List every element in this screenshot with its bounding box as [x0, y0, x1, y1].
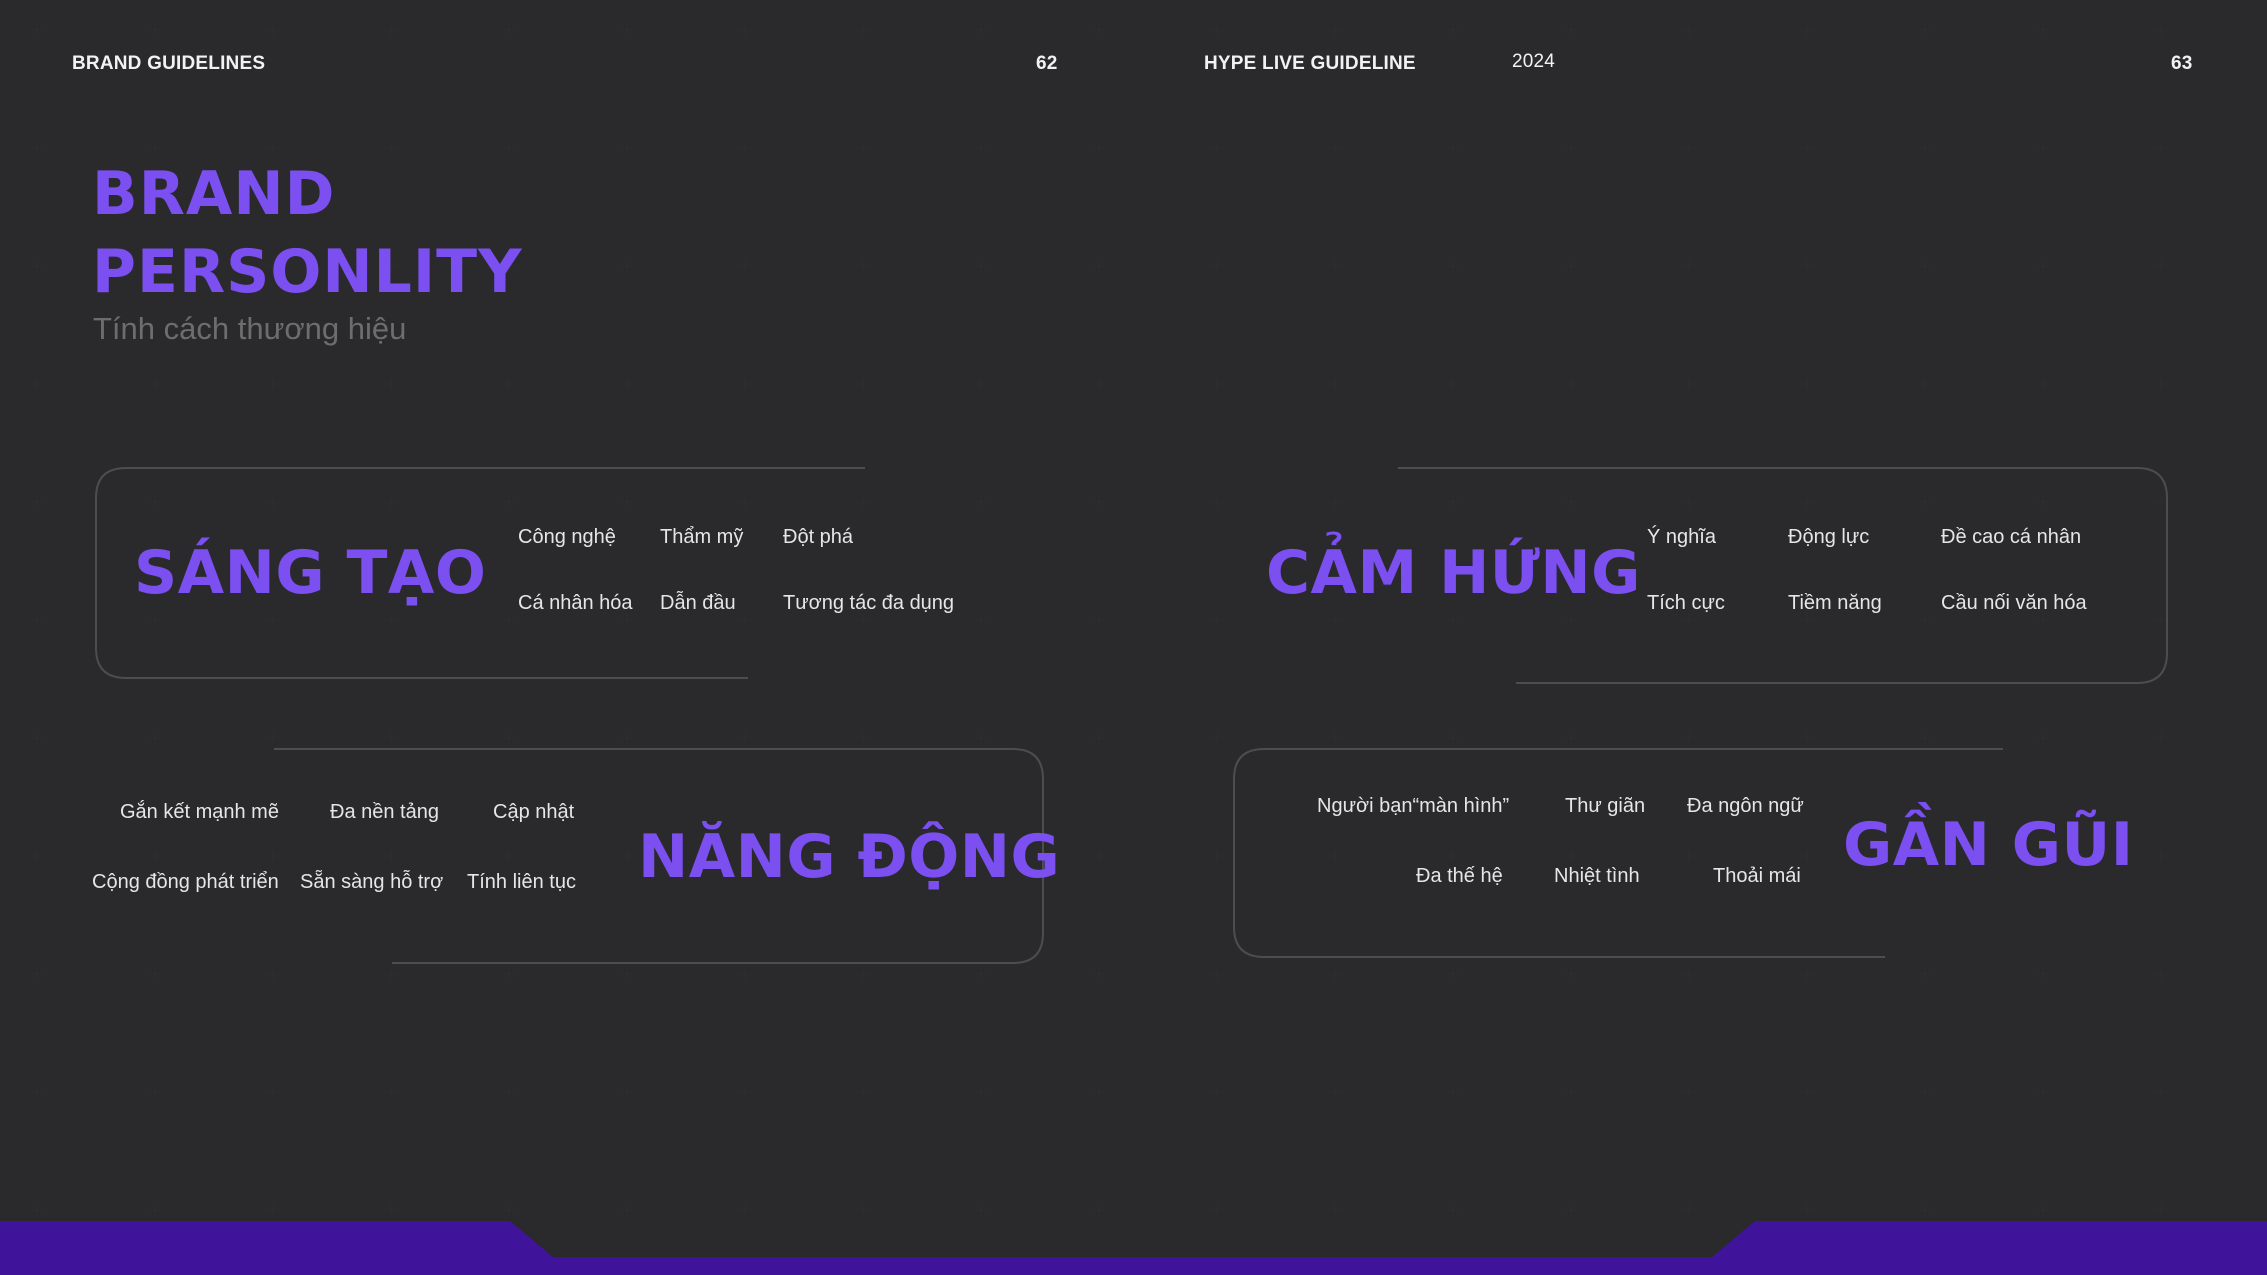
trait-keyword: Cộng đồng phát triển — [92, 871, 279, 893]
trait-keyword: Gắn kết mạnh mẽ — [120, 801, 279, 823]
trait-keyword: Công nghệ — [518, 526, 616, 548]
trait-heading-cam-hung: CẢM HỨNG — [1266, 538, 1641, 608]
trait-keyword: Cá nhân hóa — [518, 592, 633, 614]
trait-keyword: Cập nhật — [493, 801, 575, 823]
trait-keyword: Dẫn đầu — [660, 592, 736, 614]
trait-heading-gan-gui: GẦN GŨI — [1843, 810, 2134, 880]
trait-keyword: Thoải mái — [1713, 865, 1801, 887]
trait-keyword: Đột phá — [783, 526, 854, 548]
trait-heading-sang-tao: SÁNG TẠO — [134, 538, 487, 608]
trait-keyword: Đa ngôn ngữ — [1687, 795, 1804, 817]
trait-keyword: Nhiệt tình — [1554, 865, 1640, 887]
trait-keyword: Động lực — [1788, 526, 1870, 548]
trait-heading-nang-dong: NĂNG ĐỘNG — [638, 822, 1061, 892]
card-frame-gan-gui — [1233, 748, 2003, 958]
trait-keyword: Người bạn“màn hình” — [1317, 795, 1510, 817]
trait-keyword: Thẩm mỹ — [660, 526, 744, 548]
trait-keyword: Cầu nối văn hóa — [1941, 592, 2087, 614]
trait-keyword: Ý nghĩa — [1647, 526, 1716, 548]
trait-keyword: Đa thế hệ — [1416, 865, 1503, 887]
trait-keyword: Tương tác đa dụng — [783, 592, 955, 614]
trait-keyword: Tích cực — [1647, 592, 1725, 614]
trait-keyword: Đa nền tảng — [330, 801, 439, 823]
footer-bar — [0, 1221, 2267, 1275]
trait-keyword: Tính liên tục — [467, 871, 576, 893]
trait-keyword: Sẵn sàng hỗ trợ — [300, 871, 444, 893]
trait-keyword: Đề cao cá nhân — [1941, 526, 2082, 548]
trait-keyword: Tiềm năng — [1788, 592, 1882, 614]
trait-keyword: Thư giãn — [1565, 795, 1646, 817]
